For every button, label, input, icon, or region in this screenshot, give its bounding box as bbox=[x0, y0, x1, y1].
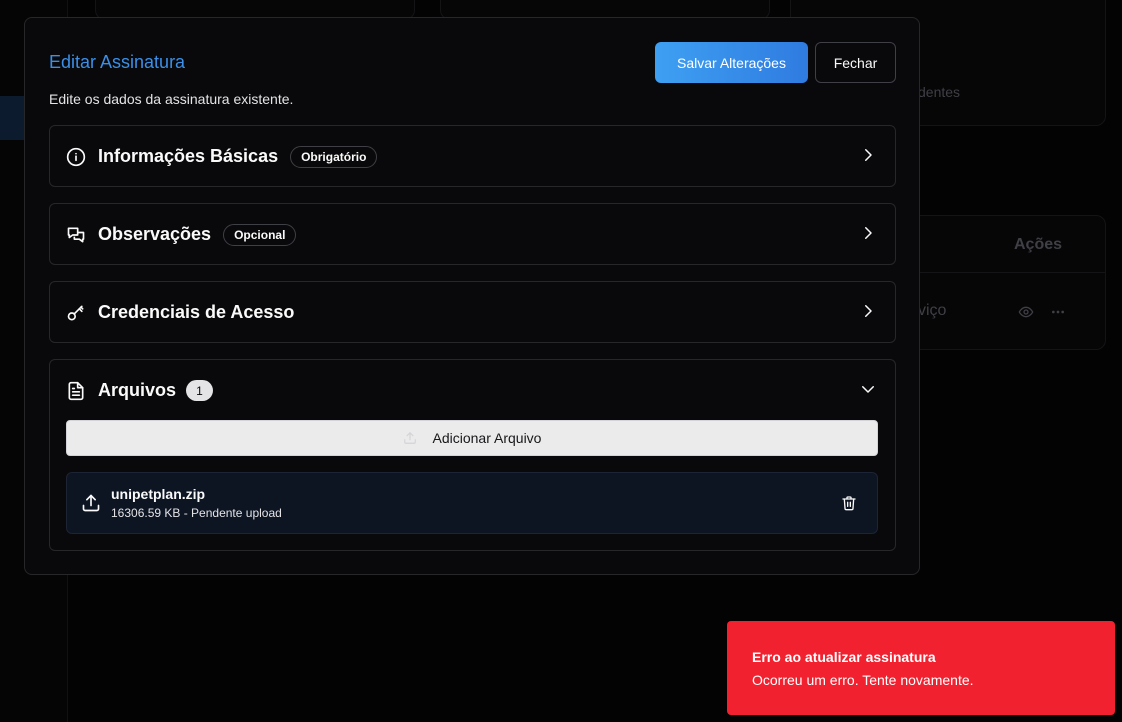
file-text-icon bbox=[66, 381, 86, 401]
file-name: unipetplan.zip bbox=[111, 486, 206, 502]
toast-title: Erro ao atualizar assinatura bbox=[752, 649, 936, 665]
required-badge: Obrigatório bbox=[290, 145, 378, 168]
section-title: Arquivos bbox=[98, 380, 177, 400]
section-title: Informações Básicas bbox=[98, 146, 279, 166]
section-header[interactable]: Arquivos 1 bbox=[50, 360, 895, 421]
chevron-right-icon[interactable] bbox=[859, 146, 877, 164]
add-file-label: Adicionar Arquivo bbox=[432, 430, 542, 446]
file-meta: 16306.59 KB - Pendente upload bbox=[111, 506, 282, 520]
section-notes[interactable]: Observações Opcional bbox=[49, 203, 896, 265]
upload-icon bbox=[81, 493, 101, 513]
section-basic-info[interactable]: Informações Básicas Obrigatório bbox=[49, 125, 896, 187]
toast-message: Ocorreu um erro. Tente novamente. bbox=[752, 672, 974, 688]
table-header-actions: Ações bbox=[1014, 236, 1063, 253]
chevron-right-icon[interactable] bbox=[859, 224, 877, 242]
chevron-right-icon[interactable] bbox=[859, 302, 877, 320]
file-list-item: unipetplan.zip 16306.59 KB - Pendente up… bbox=[66, 472, 878, 534]
upload-icon bbox=[403, 431, 417, 445]
section-title: Observações bbox=[98, 224, 212, 244]
optional-badge: Opcional bbox=[223, 223, 297, 246]
section-title: Credenciais de Acesso bbox=[98, 302, 295, 322]
edit-subscription-modal: Editar Assinatura Edite os dados da assi… bbox=[24, 17, 920, 575]
section-access-credentials[interactable]: Credenciais de Acesso bbox=[49, 281, 896, 343]
section-header[interactable]: Informações Básicas Obrigatório bbox=[50, 126, 895, 187]
table-cell-text: viço bbox=[918, 302, 947, 319]
messages-icon bbox=[66, 225, 86, 245]
save-changes-button[interactable]: Salvar Alterações bbox=[655, 42, 808, 83]
modal-title: Editar Assinatura bbox=[49, 52, 186, 72]
close-button[interactable]: Fechar bbox=[815, 42, 896, 83]
chevron-down-icon[interactable] bbox=[859, 380, 877, 398]
info-icon bbox=[66, 147, 86, 167]
file-count-badge: 1 bbox=[186, 380, 214, 401]
eye-icon[interactable] bbox=[1018, 304, 1034, 325]
section-header[interactable]: Observações Opcional bbox=[50, 204, 895, 265]
section-header[interactable]: Credenciais de Acesso bbox=[50, 282, 895, 343]
more-horizontal-icon[interactable] bbox=[1050, 304, 1066, 325]
error-toast[interactable]: Erro ao atualizar assinatura Ocorreu um … bbox=[727, 621, 1115, 715]
modal-subtitle: Edite os dados da assinatura existente. bbox=[49, 91, 294, 107]
add-file-button[interactable]: Adicionar Arquivo bbox=[66, 420, 878, 456]
stat-card-label: dentes bbox=[918, 84, 961, 100]
sidebar-active-item bbox=[0, 96, 24, 140]
key-icon bbox=[66, 303, 86, 323]
section-files: Arquivos 1 Adicionar Arquivo unipetplan.… bbox=[49, 359, 896, 551]
trash-icon[interactable] bbox=[841, 495, 857, 511]
